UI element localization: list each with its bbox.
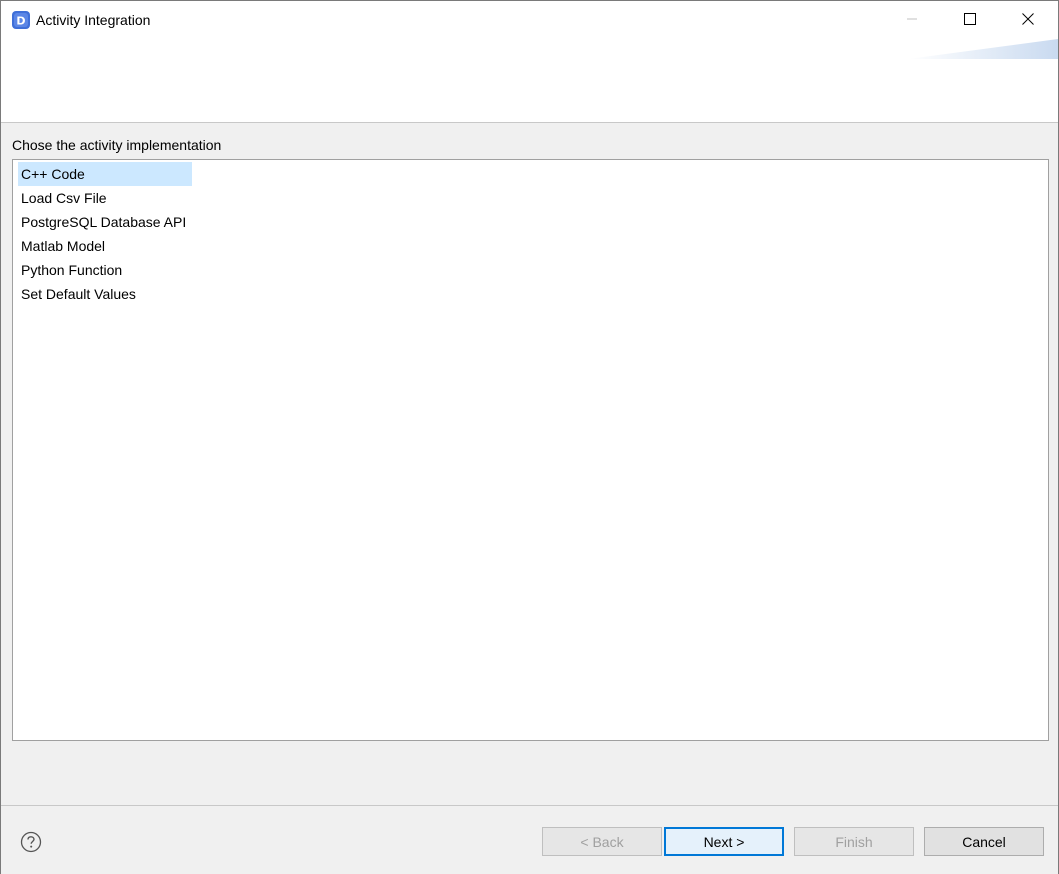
finish-button[interactable]: Finish — [794, 827, 914, 856]
list-item[interactable]: PostgreSQL Database API — [18, 210, 192, 234]
minimize-icon — [906, 12, 918, 28]
list-item[interactable]: C++ Code — [18, 162, 192, 186]
banner-decoration — [908, 39, 1058, 59]
back-button[interactable]: < Back — [542, 827, 662, 856]
close-button[interactable] — [999, 1, 1057, 39]
app-d-icon: D — [11, 10, 31, 30]
svg-text:D: D — [16, 15, 25, 28]
list-item[interactable]: Matlab Model — [18, 234, 192, 258]
wizard-banner — [1, 39, 1058, 123]
maximize-button[interactable] — [941, 1, 999, 39]
maximize-icon — [964, 12, 976, 28]
page-prompt: Chose the activity implementation — [12, 137, 222, 153]
next-button[interactable]: Next > — [664, 827, 784, 856]
dialog-window: D Activity Integration Chose the activit… — [0, 0, 1059, 874]
window-title: Activity Integration — [36, 12, 151, 28]
list-item[interactable]: Python Function — [18, 258, 192, 282]
list-item[interactable]: Set Default Values — [18, 282, 192, 306]
wizard-footer: < Back Next > Finish Cancel — [1, 805, 1058, 874]
question-circle-icon[interactable] — [20, 831, 42, 853]
title-bar[interactable]: D Activity Integration — [1, 1, 1058, 39]
close-icon — [1022, 12, 1034, 28]
cancel-button[interactable]: Cancel — [924, 827, 1044, 856]
list-item[interactable]: Load Csv File — [18, 186, 192, 210]
minimize-button[interactable] — [883, 1, 941, 39]
implementation-list[interactable]: C++ Code Load Csv File PostgreSQL Databa… — [12, 159, 1049, 741]
